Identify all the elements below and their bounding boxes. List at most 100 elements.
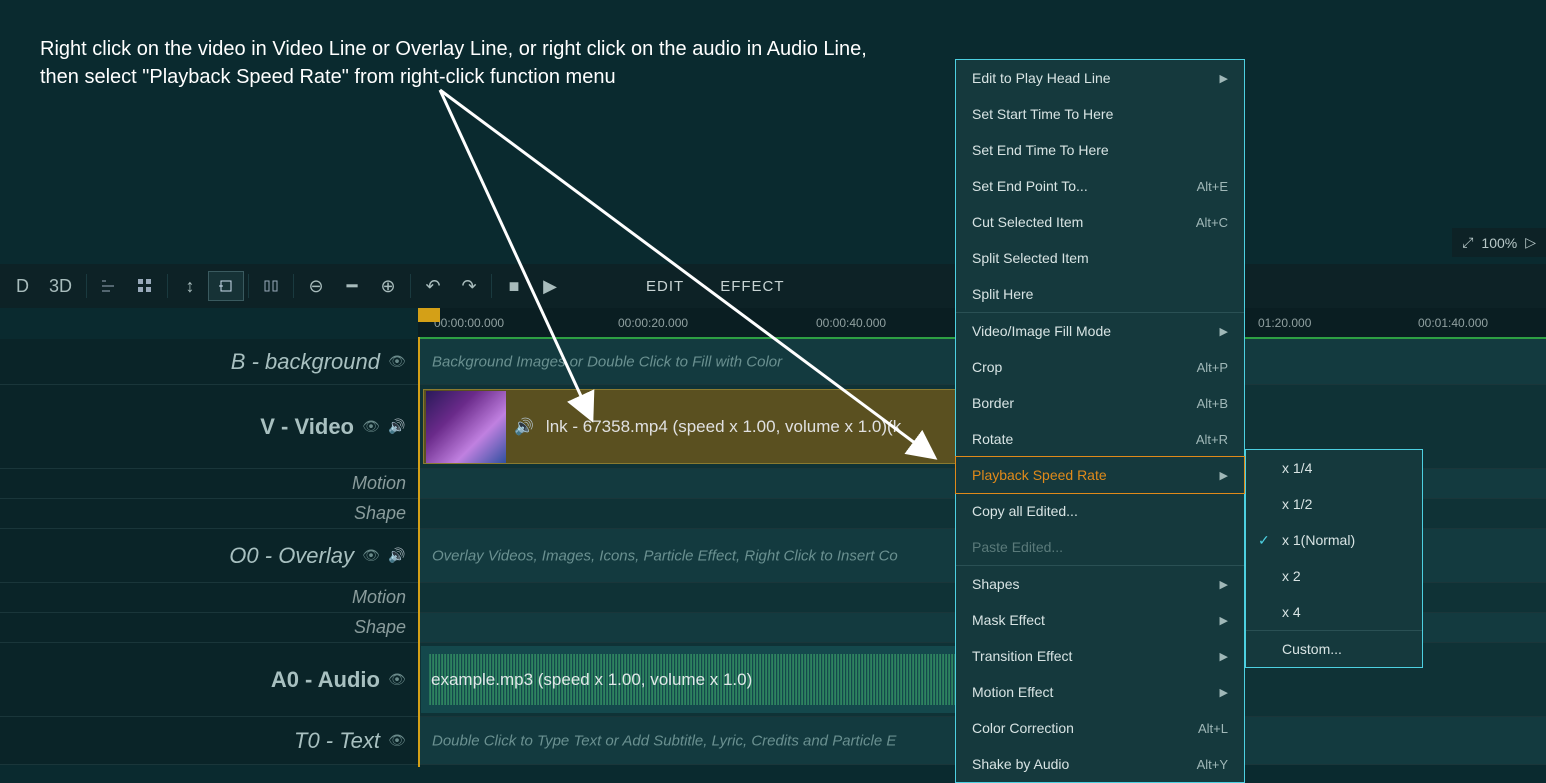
track-label-bg: B - background (231, 349, 380, 375)
menu-item[interactable]: Motion Effect ▶ (956, 674, 1244, 710)
effect-button[interactable]: EFFECT (702, 272, 802, 301)
speed-submenu: x 1/4x 1/2x 1(Normal)x 2x 4Custom... (1245, 449, 1423, 668)
menu-item[interactable]: Color CorrectionAlt+L (956, 710, 1244, 746)
menu-item[interactable]: CropAlt+P (956, 349, 1244, 385)
snap-icon[interactable] (208, 271, 244, 301)
zoom-indicator: ⤢ 100% ▷ (1452, 228, 1546, 257)
menu-item[interactable]: Playback Speed Rate ▶ (955, 456, 1245, 494)
menu-item[interactable]: Shapes ▶ (956, 566, 1244, 602)
speaker-icon[interactable]: 🔊 (388, 418, 406, 436)
mode-d-button[interactable]: D (6, 270, 39, 303)
menu-item[interactable]: Rotate Alt+R (956, 421, 1244, 457)
menu-item-label: Split Selected Item (972, 250, 1089, 266)
menu-item[interactable]: Set End Point To... Alt+E (956, 168, 1244, 204)
menu-item[interactable]: Edit to Play Head Line▶ (956, 60, 1244, 96)
menu-item[interactable]: Mask Effect ▶ (956, 602, 1244, 638)
menu-item-label: Border (972, 395, 1014, 411)
slider-icon[interactable]: ━ (334, 271, 370, 301)
menu-item[interactable]: Border Alt+B (956, 385, 1244, 421)
menu-item[interactable]: Copy all Edited... (956, 493, 1244, 529)
menu-shortcut: Alt+P (1197, 360, 1228, 375)
menu-shortcut: Alt+E (1197, 179, 1228, 194)
track-label-audio: A0 - Audio (271, 667, 380, 693)
video-thumbnail (426, 391, 506, 463)
chevron-right-icon: ▶ (1220, 650, 1228, 663)
track-background: B - background 👁 Background Images or Do… (0, 339, 1546, 385)
split-icon[interactable] (253, 271, 289, 301)
align-left-icon[interactable] (91, 271, 127, 301)
chevron-right-icon: ▶ (1220, 469, 1228, 482)
play-icon[interactable]: ▶ (532, 271, 568, 301)
menu-item[interactable]: Split Here (956, 276, 1244, 312)
video-clip-label: lnk - 67358.mp4 (speed x 1.00, volume x … (546, 417, 901, 437)
speaker-icon[interactable]: 🔊 (388, 547, 406, 565)
time-tick: 00:01:40.000 (1418, 316, 1488, 330)
mode-3d-button[interactable]: 3D (39, 270, 82, 303)
expand-icon[interactable]: ⤢ (1462, 234, 1473, 251)
submenu-item[interactable]: x 4 (1246, 594, 1422, 630)
menu-item[interactable]: Cut Selected Item Alt+C (956, 204, 1244, 240)
chevron-right-icon: ▶ (1220, 325, 1228, 338)
eye-icon[interactable]: 👁 (362, 547, 380, 565)
menu-shortcut: Alt+C (1196, 215, 1228, 230)
menu-item-label: Shapes (972, 576, 1019, 592)
grid-icon[interactable] (127, 271, 163, 301)
menu-item-label: Color Correction (972, 720, 1074, 736)
chevron-right-icon: ▶ (1220, 686, 1228, 699)
submenu-item[interactable]: x 1(Normal) (1246, 522, 1422, 558)
chevron-right-icon: ▶ (1220, 578, 1228, 591)
stop-icon[interactable]: ■ (496, 271, 532, 301)
play-icon[interactable]: ▷ (1525, 234, 1536, 251)
instruction-text: Right click on the video in Video Line o… (40, 35, 867, 91)
playhead-line (418, 337, 420, 767)
menu-item[interactable]: Transition Effect ▶ (956, 638, 1244, 674)
time-tick: 00:00:40.000 (816, 316, 886, 330)
zoom-value: 100% (1481, 235, 1517, 251)
time-tick: 00:00:00.000 (434, 316, 504, 330)
menu-shortcut: Alt+B (1197, 396, 1228, 411)
menu-item-label: Set Start Time To Here (972, 106, 1113, 122)
menu-item-label: Video/Image Fill Mode (972, 323, 1111, 339)
track-label-overlay: O0 - Overlay (229, 543, 354, 569)
submenu-item[interactable]: Custom... (1246, 631, 1422, 667)
menu-item-label: Motion Effect (972, 684, 1053, 700)
submenu-item[interactable]: x 1/2 (1246, 486, 1422, 522)
speaker-icon: 🔊 (514, 417, 534, 437)
chevron-right-icon: ▶ (1220, 614, 1228, 627)
track-text: T0 - Text 👁 Double Click to Type Text or… (0, 717, 1546, 765)
menu-item[interactable]: Split Selected Item (956, 240, 1244, 276)
menu-shortcut: Alt+R (1196, 432, 1228, 447)
submenu-item[interactable]: x 1/4 (1246, 450, 1422, 486)
submenu-item[interactable]: x 2 (1246, 558, 1422, 594)
menu-item-label: Set End Point To... (972, 178, 1088, 194)
context-menu: Edit to Play Head Line▶Set Start Time To… (955, 59, 1245, 783)
menu-item[interactable]: Set End Time To Here (956, 132, 1244, 168)
menu-item-label: Split Here (972, 286, 1033, 302)
menu-item[interactable]: Video/Image Fill Mode ▶ (956, 313, 1244, 349)
eye-icon[interactable]: 👁 (362, 418, 380, 436)
track-placeholder: Overlay Videos, Images, Icons, Particle … (432, 547, 898, 564)
menu-item-label: Set End Time To Here (972, 142, 1109, 158)
vert-resize-icon[interactable]: ↕ (172, 271, 208, 301)
undo-icon[interactable]: ↶ (415, 271, 451, 301)
menu-item[interactable]: Set Start Time To Here (956, 96, 1244, 132)
playhead[interactable] (418, 308, 440, 322)
menu-item-label: Cut Selected Item (972, 214, 1083, 230)
menu-item-label: Mask Effect (972, 612, 1045, 628)
track-placeholder: Double Click to Type Text or Add Subtitl… (432, 732, 896, 749)
eye-icon[interactable]: 👁 (388, 353, 406, 371)
menu-item[interactable]: Shake by AudioAlt+Y (956, 746, 1244, 782)
menu-item-label: Paste Edited... (972, 539, 1063, 555)
time-tick: 01:20.000 (1258, 316, 1311, 330)
zoom-out-icon[interactable]: ⊖ (298, 271, 334, 301)
redo-icon[interactable]: ↷ (451, 271, 487, 301)
eye-icon[interactable]: 👁 (388, 732, 406, 750)
menu-item-label: Transition Effect (972, 648, 1072, 664)
eye-icon[interactable]: 👁 (388, 671, 406, 689)
menu-item-label: Rotate (972, 431, 1013, 447)
menu-item-label: Playback Speed Rate (972, 467, 1107, 483)
track-label-video: V - Video (260, 414, 354, 440)
menu-item-label: Edit to Play Head Line (972, 70, 1111, 86)
edit-button[interactable]: EDIT (628, 272, 702, 301)
zoom-in-icon[interactable]: ⊕ (370, 271, 406, 301)
